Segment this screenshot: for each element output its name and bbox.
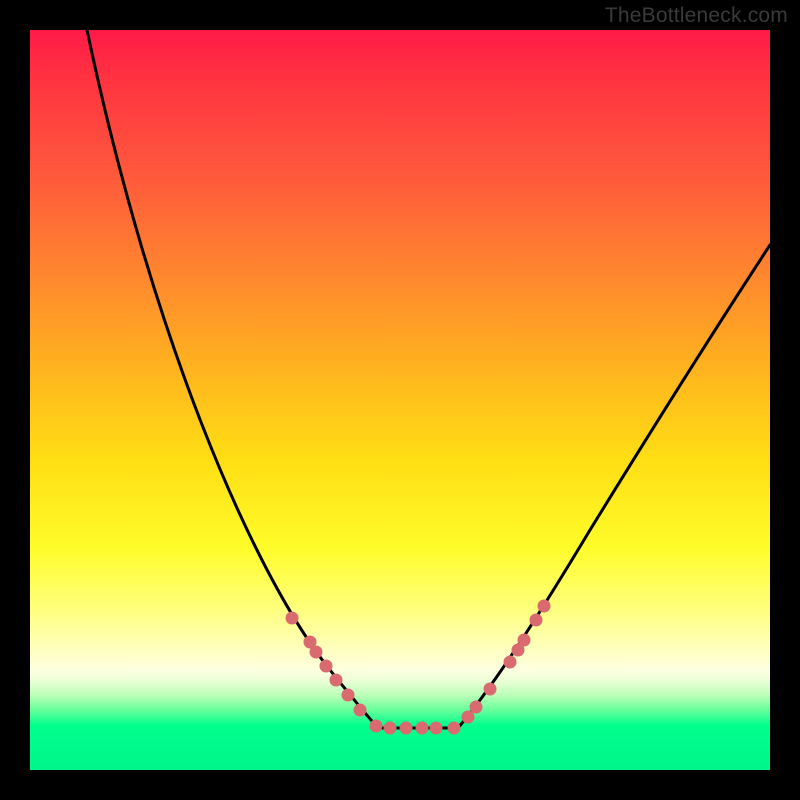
marker-dot — [354, 704, 367, 717]
bottleneck-curve-left — [87, 30, 378, 728]
marker-dot — [384, 722, 397, 735]
marker-dot — [448, 722, 461, 735]
marker-dot — [370, 720, 383, 733]
marker-dot — [416, 722, 429, 735]
marker-dot — [286, 612, 299, 625]
marker-dot — [530, 614, 543, 627]
marker-dot — [504, 656, 517, 669]
marker-dot — [538, 600, 551, 613]
watermark-text: TheBottleneck.com — [605, 4, 788, 28]
marker-dot — [310, 646, 323, 659]
marker-dot — [470, 701, 483, 714]
marker-dot — [400, 722, 413, 735]
marker-group — [286, 600, 551, 735]
chart-svg — [30, 30, 770, 770]
bottleneck-curve-right — [458, 245, 770, 728]
marker-dot — [342, 689, 355, 702]
plot-area — [30, 30, 770, 770]
marker-dot — [518, 634, 531, 647]
marker-dot — [484, 683, 497, 696]
marker-dot — [320, 660, 333, 673]
chart-stage: TheBottleneck.com — [0, 0, 800, 800]
marker-dot — [430, 722, 443, 735]
marker-dot — [330, 674, 343, 687]
